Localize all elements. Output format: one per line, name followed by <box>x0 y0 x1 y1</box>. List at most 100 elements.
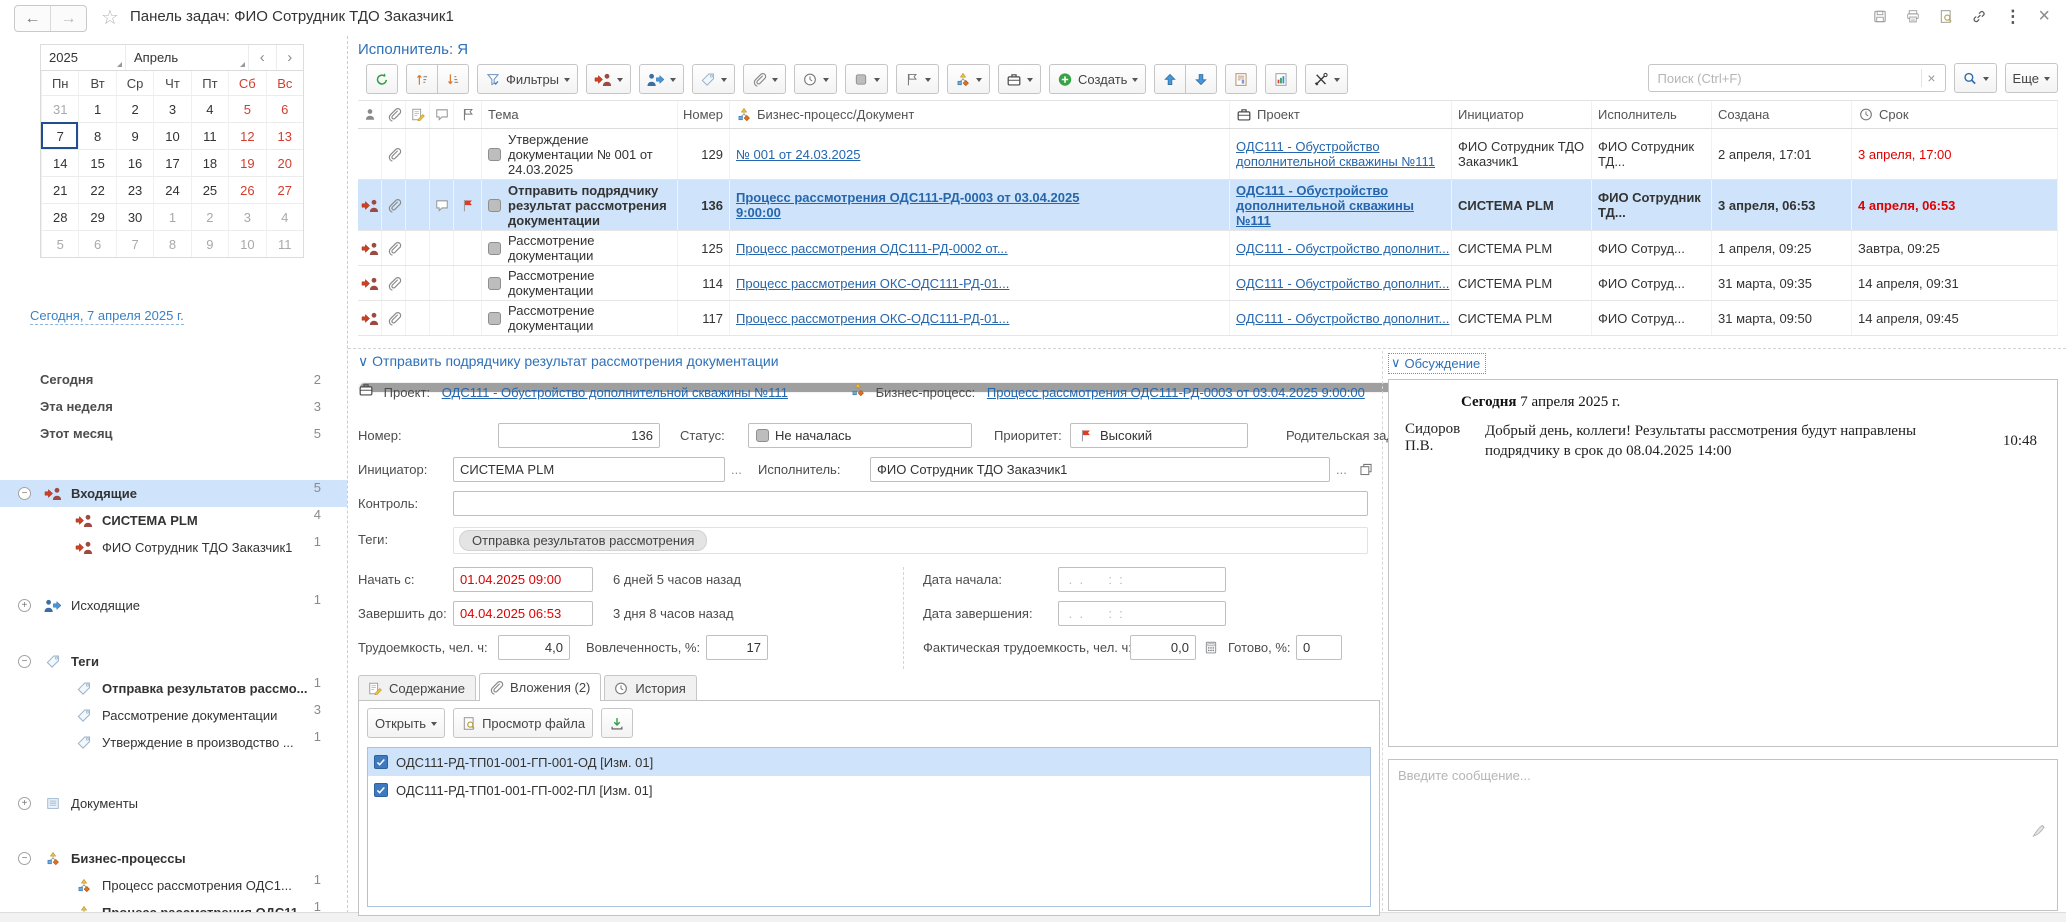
column-header[interactable]: Тема <box>482 101 678 128</box>
calendar-day-cell[interactable]: 29 <box>78 203 115 230</box>
move-down-button[interactable] <box>1186 64 1217 94</box>
actual-effort-field[interactable] <box>1130 635 1196 660</box>
calendar-day-cell[interactable]: 21 <box>41 176 78 203</box>
project-link[interactable]: ОДС111 - Обустройство дополнит... <box>1236 241 1449 256</box>
collapse-icon[interactable]: − <box>18 487 31 500</box>
calendar-day-cell[interactable]: 10 <box>153 122 190 149</box>
discussion-header[interactable]: ∨Обсуждение <box>1388 353 1486 374</box>
calendar-day-cell[interactable]: 11 <box>191 122 228 149</box>
calendar-day-cell[interactable]: 7 <box>116 230 153 257</box>
sidebar-item-incoming[interactable]: −Входящие5 <box>0 480 347 507</box>
executor-ellipsis-button[interactable]: ... <box>1336 457 1347 482</box>
sidebar-item-fio-sotrudnik[interactable]: ФИО Сотрудник ТДО Заказчик11 <box>0 534 347 561</box>
calendar-day-cell[interactable]: 10 <box>228 230 265 257</box>
column-header[interactable] <box>430 101 454 128</box>
calendar-day-cell[interactable]: 3 <box>228 203 265 230</box>
back-button[interactable]: ← <box>15 6 50 31</box>
calendar-day-cell[interactable]: 22 <box>78 176 115 203</box>
calendar-day-cell[interactable]: 5 <box>41 230 78 257</box>
calendar-day-cell[interactable]: 13 <box>266 122 303 149</box>
refresh-button[interactable] <box>366 64 398 94</box>
start-date-field[interactable] <box>453 567 593 592</box>
column-header[interactable] <box>382 101 406 128</box>
table-row[interactable]: Рассмотрение документации117Процесс расс… <box>358 301 2058 336</box>
column-header[interactable]: Исполнитель <box>1592 101 1712 128</box>
calendar-day-cell[interactable]: 26 <box>228 176 265 203</box>
attachment-filter-button[interactable] <box>743 64 786 94</box>
expand-icon[interactable]: + <box>18 797 31 810</box>
calendar-day-cell[interactable]: 25 <box>191 176 228 203</box>
outgoing-filter-button[interactable] <box>639 64 684 94</box>
column-header[interactable] <box>454 101 482 128</box>
download-button[interactable] <box>601 708 633 738</box>
filters-button[interactable]: Фильтры <box>477 64 578 94</box>
sort-asc-button[interactable] <box>406 64 438 94</box>
print-icon[interactable] <box>1905 9 1921 24</box>
attachment-item[interactable]: ОДС111-РД-ТП01-001-ГП-002-ПЛ [Изм. 01] <box>368 776 1370 804</box>
search-input[interactable] <box>1656 70 1922 87</box>
sort-desc-button[interactable] <box>438 64 469 94</box>
link-icon[interactable] <box>1971 9 1987 24</box>
quick-filter-2[interactable]: Этот месяц5 <box>0 420 347 447</box>
column-header[interactable] <box>358 101 382 128</box>
project-link[interactable]: ОДС111 - Обустройство дополнительной скв… <box>1236 139 1445 169</box>
calendar-day-cell[interactable]: 18 <box>191 149 228 176</box>
sidebar-item-tags[interactable]: −Теги <box>0 648 347 675</box>
sidebar-item-outgoing[interactable]: +Исходящие1 <box>0 592 347 619</box>
save-icon[interactable] <box>1872 9 1888 24</box>
process-link[interactable]: Процесс рассмотрения ОКС-ОДС111-РД-01... <box>736 311 1009 326</box>
ready-field[interactable] <box>1296 635 1342 660</box>
task-checkbox[interactable] <box>488 277 501 290</box>
tag-filter-button[interactable] <box>692 64 735 94</box>
tag-chip[interactable]: Отправка результатов рассмотрения <box>459 530 707 551</box>
calendar-day-cell[interactable]: 2 <box>191 203 228 230</box>
project-link[interactable]: ОДС111 - Обустройство дополнительной скв… <box>442 385 788 400</box>
favorite-star-icon[interactable]: ☆ <box>101 5 119 30</box>
status-filter-button[interactable] <box>845 64 888 94</box>
tags-field[interactable]: Отправка результатов рассмотрения <box>453 527 1368 554</box>
finish-date-field[interactable] <box>453 601 593 626</box>
process-link[interactable]: Процесс рассмотрения ОДС111-РД-0003 от 0… <box>987 385 1365 400</box>
calendar-day-cell[interactable]: 28 <box>41 203 78 230</box>
tab-attachments[interactable]: Вложения (2) <box>479 673 601 701</box>
involvement-field[interactable] <box>706 635 768 660</box>
column-header[interactable]: Создана <box>1712 101 1852 128</box>
number-field[interactable] <box>498 423 660 448</box>
column-header[interactable]: Инициатор <box>1452 101 1592 128</box>
attachment-item[interactable]: ОДС111-РД-ТП01-001-ГП-001-ОД [Изм. 01] <box>368 748 1370 776</box>
sidebar-item-tag-rassmotrenie[interactable]: Рассмотрение документации3 <box>0 702 347 729</box>
open-in-window-icon[interactable] <box>1358 462 1374 477</box>
calendar-year-select[interactable]: 2025 <box>41 45 125 70</box>
task-checkbox[interactable] <box>488 199 501 212</box>
sidebar-item-process-1[interactable]: Процесс рассмотрения ОДС1...1 <box>0 872 347 899</box>
table-row[interactable]: Рассмотрение документации125Процесс расс… <box>358 231 2058 266</box>
task-checkbox[interactable] <box>488 242 501 255</box>
calendar-day-cell[interactable]: 14 <box>41 149 78 176</box>
initiator-field[interactable] <box>453 457 725 482</box>
calendar-month-select[interactable]: Апрель <box>125 45 248 70</box>
project-link[interactable]: ОДС111 - Обустройство дополнительной скв… <box>1236 183 1445 228</box>
calendar-day-cell[interactable]: 12 <box>228 122 265 149</box>
open-attachment-button[interactable]: Открыть <box>367 708 445 738</box>
message-input[interactable]: Введите сообщение... <box>1388 759 2058 911</box>
deadline-filter-button[interactable] <box>794 64 837 94</box>
column-header[interactable]: Бизнес-процесс/Документ <box>730 101 1230 128</box>
quick-filter-0[interactable]: Сегодня2 <box>0 366 347 393</box>
settings-button[interactable] <box>1305 64 1348 94</box>
table-row[interactable]: Утверждение документации № 001 от 24.03.… <box>358 129 2058 180</box>
task-checkbox[interactable] <box>488 148 501 161</box>
column-header[interactable]: Проект <box>1230 101 1452 128</box>
more-button[interactable]: Еще <box>2005 63 2058 93</box>
preview-icon[interactable] <box>1938 9 1954 24</box>
report-button[interactable] <box>1225 64 1257 94</box>
calendar-today-cell[interactable]: 7 <box>41 122 78 149</box>
calendar-day-cell[interactable]: 24 <box>153 176 190 203</box>
sidebar-item-tag-otpravka[interactable]: Отправка результатов рассмо...1 <box>0 675 347 702</box>
today-date-link[interactable]: Сегодня, 7 апреля 2025 г. <box>30 308 184 323</box>
sidebar-item-tag-utverzhdenie[interactable]: Утверждение в производство ...1 <box>0 729 347 756</box>
process-link[interactable]: № 001 от 24.03.2025 <box>736 147 860 162</box>
task-detail-title[interactable]: ∨ Отправить подрядчику результат рассмот… <box>358 353 779 370</box>
calendar-day-cell[interactable]: 4 <box>266 203 303 230</box>
calendar-day-cell[interactable]: 16 <box>116 149 153 176</box>
effort-field[interactable] <box>498 635 570 660</box>
